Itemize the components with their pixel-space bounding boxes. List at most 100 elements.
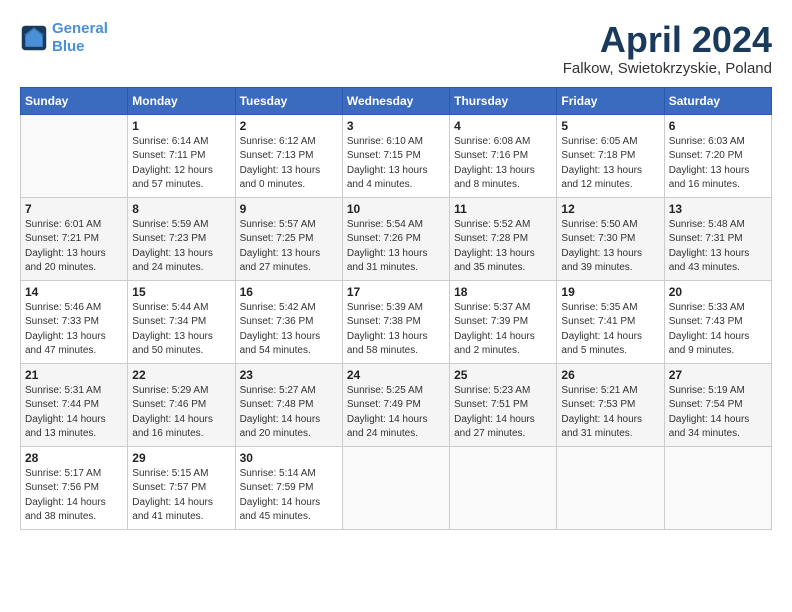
calendar-cell: 19 Sunrise: 5:35 AM Sunset: 7:41 PM Dayli…	[557, 280, 664, 363]
day-number: 11	[454, 202, 552, 216]
day-info: Sunrise: 6:14 AM Sunset: 7:11 PM Dayligh…	[132, 135, 230, 193]
week-row-4: 21 Sunrise: 5:31 AM Sunset: 7:44 PM Dayli…	[21, 363, 772, 446]
day-number: 27	[669, 368, 767, 382]
day-info: Sunrise: 5:46 AM Sunset: 7:33 PM Dayligh…	[25, 301, 123, 359]
day-number: 12	[561, 202, 659, 216]
day-header-monday: Monday	[128, 87, 235, 114]
calendar-cell: 14 Sunrise: 5:46 AM Sunset: 7:33 PM Dayli…	[21, 280, 128, 363]
day-number: 22	[132, 368, 230, 382]
day-number: 21	[25, 368, 123, 382]
day-info: Sunrise: 6:03 AM Sunset: 7:20 PM Dayligh…	[669, 135, 767, 193]
day-info: Sunrise: 5:54 AM Sunset: 7:26 PM Dayligh…	[347, 218, 445, 276]
calendar-cell: 4Sunrise: 6:08 AM Sunset: 7:16 PM Daylig…	[450, 114, 557, 197]
day-number: 2	[240, 119, 338, 133]
day-number: 14	[25, 285, 123, 299]
day-header-friday: Friday	[557, 87, 664, 114]
week-row-2: 7 Sunrise: 6:01 AM Sunset: 7:21 PM Daylig…	[21, 197, 772, 280]
day-number: 25	[454, 368, 552, 382]
calendar-table: SundayMondayTuesdayWednesdayThursdayFrid…	[20, 87, 772, 530]
day-info: Sunrise: 5:14 AM Sunset: 7:59 PM Dayligh…	[240, 467, 338, 525]
calendar-cell: 28 Sunrise: 5:17 AM Sunset: 7:56 PM Dayli…	[21, 446, 128, 529]
day-info: Sunrise: 5:33 AM Sunset: 7:43 PM Dayligh…	[669, 301, 767, 359]
day-header-tuesday: Tuesday	[235, 87, 342, 114]
day-number: 7	[25, 202, 123, 216]
day-number: 9	[240, 202, 338, 216]
day-info: Sunrise: 5:31 AM Sunset: 7:44 PM Dayligh…	[25, 384, 123, 442]
calendar-cell	[450, 446, 557, 529]
month-title: April 2024	[563, 20, 772, 60]
day-number: 3	[347, 119, 445, 133]
day-header-saturday: Saturday	[664, 87, 771, 114]
calendar-cell: 10 Sunrise: 5:54 AM Sunset: 7:26 PM Dayli…	[342, 197, 449, 280]
day-info: Sunrise: 5:39 AM Sunset: 7:38 PM Dayligh…	[347, 301, 445, 359]
calendar-cell: 18 Sunrise: 5:37 AM Sunset: 7:39 PM Dayli…	[450, 280, 557, 363]
day-info: Sunrise: 5:23 AM Sunset: 7:51 PM Dayligh…	[454, 384, 552, 442]
calendar-cell: 2Sunrise: 6:12 AM Sunset: 7:13 PM Daylig…	[235, 114, 342, 197]
day-number: 17	[347, 285, 445, 299]
logo-line2: Blue	[52, 38, 85, 55]
day-header-sunday: Sunday	[21, 87, 128, 114]
day-info: Sunrise: 6:08 AM Sunset: 7:16 PM Dayligh…	[454, 135, 552, 193]
day-info: Sunrise: 5:50 AM Sunset: 7:30 PM Dayligh…	[561, 218, 659, 276]
week-row-5: 28 Sunrise: 5:17 AM Sunset: 7:56 PM Dayli…	[21, 446, 772, 529]
calendar-cell: 7 Sunrise: 6:01 AM Sunset: 7:21 PM Daylig…	[21, 197, 128, 280]
day-info: Sunrise: 6:10 AM Sunset: 7:15 PM Dayligh…	[347, 135, 445, 193]
week-row-3: 14 Sunrise: 5:46 AM Sunset: 7:33 PM Dayli…	[21, 280, 772, 363]
calendar-cell: 11 Sunrise: 5:52 AM Sunset: 7:28 PM Dayli…	[450, 197, 557, 280]
calendar-cell: 21 Sunrise: 5:31 AM Sunset: 7:44 PM Dayli…	[21, 363, 128, 446]
day-number: 15	[132, 285, 230, 299]
day-info: Sunrise: 5:48 AM Sunset: 7:31 PM Dayligh…	[669, 218, 767, 276]
day-info: Sunrise: 5:29 AM Sunset: 7:46 PM Dayligh…	[132, 384, 230, 442]
logo-icon	[20, 24, 48, 52]
day-info: Sunrise: 5:52 AM Sunset: 7:28 PM Dayligh…	[454, 218, 552, 276]
day-number: 18	[454, 285, 552, 299]
calendar-cell: 23 Sunrise: 5:27 AM Sunset: 7:48 PM Dayli…	[235, 363, 342, 446]
day-number: 1	[132, 119, 230, 133]
day-info: Sunrise: 5:25 AM Sunset: 7:49 PM Dayligh…	[347, 384, 445, 442]
day-info: Sunrise: 5:57 AM Sunset: 7:25 PM Dayligh…	[240, 218, 338, 276]
calendar-cell: 16Sunrise: 5:42 AM Sunset: 7:36 PM Dayli…	[235, 280, 342, 363]
day-number: 5	[561, 119, 659, 133]
calendar-cell: 27Sunrise: 5:19 AM Sunset: 7:54 PM Dayli…	[664, 363, 771, 446]
day-number: 23	[240, 368, 338, 382]
calendar-cell: 8Sunrise: 5:59 AM Sunset: 7:23 PM Daylig…	[128, 197, 235, 280]
logo-text: General Blue	[52, 20, 108, 56]
week-row-1: 1 Sunrise: 6:14 AM Sunset: 7:11 PM Daylig…	[21, 114, 772, 197]
day-info: Sunrise: 5:21 AM Sunset: 7:53 PM Dayligh…	[561, 384, 659, 442]
calendar-cell: 26 Sunrise: 5:21 AM Sunset: 7:53 PM Dayli…	[557, 363, 664, 446]
calendar-cell: 6 Sunrise: 6:03 AM Sunset: 7:20 PM Daylig…	[664, 114, 771, 197]
calendar-cell: 22 Sunrise: 5:29 AM Sunset: 7:46 PM Dayli…	[128, 363, 235, 446]
calendar-cell	[664, 446, 771, 529]
day-info: Sunrise: 5:17 AM Sunset: 7:56 PM Dayligh…	[25, 467, 123, 525]
day-number: 10	[347, 202, 445, 216]
day-number: 30	[240, 451, 338, 465]
page-container: General Blue April 2024 Falkow, Swietokr…	[0, 0, 792, 540]
day-info: Sunrise: 6:01 AM Sunset: 7:21 PM Dayligh…	[25, 218, 123, 276]
day-number: 20	[669, 285, 767, 299]
day-number: 13	[669, 202, 767, 216]
calendar-cell: 30 Sunrise: 5:14 AM Sunset: 7:59 PM Dayli…	[235, 446, 342, 529]
day-number: 6	[669, 119, 767, 133]
calendar-cell: 29Sunrise: 5:15 AM Sunset: 7:57 PM Dayli…	[128, 446, 235, 529]
day-number: 19	[561, 285, 659, 299]
calendar-cell	[557, 446, 664, 529]
day-header-wednesday: Wednesday	[342, 87, 449, 114]
calendar-cell: 1 Sunrise: 6:14 AM Sunset: 7:11 PM Daylig…	[128, 114, 235, 197]
day-header-thursday: Thursday	[450, 87, 557, 114]
day-info: Sunrise: 5:35 AM Sunset: 7:41 PM Dayligh…	[561, 301, 659, 359]
day-number: 16	[240, 285, 338, 299]
calendar-cell: 12 Sunrise: 5:50 AM Sunset: 7:30 PM Dayli…	[557, 197, 664, 280]
location: Falkow, Swietokrzyskie, Poland	[563, 60, 772, 77]
day-info: Sunrise: 5:37 AM Sunset: 7:39 PM Dayligh…	[454, 301, 552, 359]
logo-line1: General	[52, 20, 108, 37]
title-block: April 2024 Falkow, Swietokrzyskie, Polan…	[563, 20, 772, 77]
calendar-cell: 13 Sunrise: 5:48 AM Sunset: 7:31 PM Dayli…	[664, 197, 771, 280]
day-info: Sunrise: 5:15 AM Sunset: 7:57 PM Dayligh…	[132, 467, 230, 525]
day-info: Sunrise: 5:27 AM Sunset: 7:48 PM Dayligh…	[240, 384, 338, 442]
day-number: 26	[561, 368, 659, 382]
logo: General Blue	[20, 20, 108, 56]
calendar-cell: 25 Sunrise: 5:23 AM Sunset: 7:51 PM Dayli…	[450, 363, 557, 446]
day-number: 28	[25, 451, 123, 465]
header: General Blue April 2024 Falkow, Swietokr…	[20, 20, 772, 77]
day-info: Sunrise: 5:44 AM Sunset: 7:34 PM Dayligh…	[132, 301, 230, 359]
